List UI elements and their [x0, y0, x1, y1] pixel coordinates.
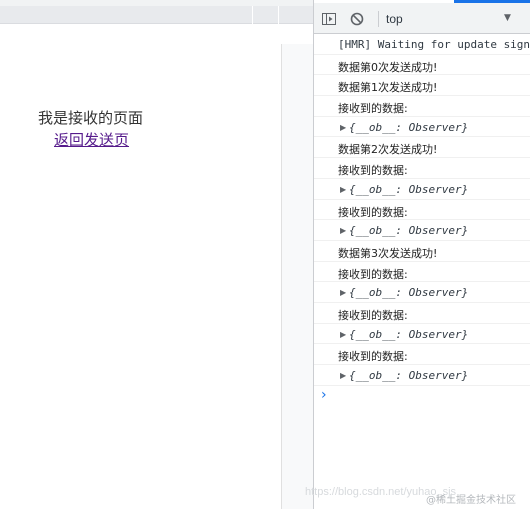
- tab-segment: [278, 6, 305, 24]
- console-log-row: 数据第0次发送成功!: [314, 55, 530, 76]
- console-log-row: 接收到的数据:: [314, 303, 530, 324]
- console-log-row: 接收到的数据:: [314, 200, 530, 221]
- console-log-row: 接收到的数据:: [314, 344, 530, 365]
- console-message-text: 数据第1次发送成功!: [338, 81, 438, 95]
- console-message-text: 接收到的数据:: [338, 350, 408, 364]
- context-selector[interactable]: top: [386, 12, 403, 26]
- console-object-preview[interactable]: {__ob__: Observer}: [349, 369, 468, 382]
- console-message-text: 接收到的数据:: [338, 164, 408, 178]
- console-object-row[interactable]: ▶ {__ob__: Observer}: [314, 365, 530, 386]
- sidebar-toggle-icon[interactable]: [321, 11, 337, 27]
- console-message-text: 接收到的数据:: [338, 308, 408, 322]
- console-messages: [HMR] Waiting for update signal from WDS…: [314, 34, 530, 406]
- console-object-preview[interactable]: {__ob__: Observer}: [349, 183, 468, 196]
- console-object-row[interactable]: ▶ {__ob__: Observer}: [314, 179, 530, 200]
- console-object-row[interactable]: ▶ {__ob__: Observer}: [314, 220, 530, 241]
- console-log-row: 接收到的数据:: [314, 158, 530, 179]
- console-message-text: 数据第0次发送成功!: [338, 60, 438, 74]
- console-log-row: [HMR] Waiting for update signal from WDS…: [314, 34, 530, 55]
- console-message-text: 接收到的数据:: [338, 267, 408, 281]
- toolbar-divider: [378, 11, 379, 27]
- console-log-row: 数据第1次发送成功!: [314, 75, 530, 97]
- expand-caret-icon[interactable]: ▶: [340, 185, 346, 194]
- page-title: 我是接收的页面: [38, 109, 144, 127]
- expand-caret-icon[interactable]: ▶: [340, 371, 346, 380]
- prompt-chevron-icon: ›: [321, 386, 327, 403]
- console-message-text: 接收到的数据:: [338, 205, 408, 219]
- devtools-panel: top ▼ [HMR] Waiting for update signal fr…: [313, 0, 530, 509]
- clear-console-icon[interactable]: [349, 11, 365, 27]
- console-message-text: 数据第2次发送成功!: [338, 143, 438, 157]
- watermark-site: @稀土掘金技术社区: [426, 495, 516, 506]
- expand-caret-icon[interactable]: ▶: [340, 330, 346, 339]
- browser-tab-bar: [0, 6, 313, 24]
- console-object-preview[interactable]: {__ob__: Observer}: [349, 224, 468, 237]
- console-log-row: 数据第2次发送成功!: [314, 137, 530, 159]
- console-log-row: 接收到的数据:: [314, 96, 530, 117]
- console-input-prompt[interactable]: ›: [314, 386, 530, 406]
- console-message-text: 数据第3次发送成功!: [338, 246, 438, 260]
- expand-caret-icon[interactable]: ▶: [340, 288, 346, 297]
- expand-caret-icon[interactable]: ▶: [340, 226, 346, 235]
- console-object-preview[interactable]: {__ob__: Observer}: [349, 286, 468, 299]
- console-message-text: 接收到的数据:: [338, 102, 408, 116]
- console-object-row[interactable]: ▶ {__ob__: Observer}: [314, 282, 530, 303]
- tab-segment: [252, 6, 278, 24]
- expand-caret-icon[interactable]: ▶: [340, 123, 346, 132]
- console-log-row: 接收到的数据:: [314, 262, 530, 283]
- console-object-row[interactable]: ▶ {__ob__: Observer}: [314, 117, 530, 138]
- console-object-preview[interactable]: {__ob__: Observer}: [349, 121, 468, 134]
- console-object-row[interactable]: ▶ {__ob__: Observer}: [314, 324, 530, 345]
- console-log-row: 数据第3次发送成功!: [314, 241, 530, 262]
- page-scrollbar-gutter[interactable]: [281, 44, 313, 509]
- back-to-send-page-link[interactable]: 返回发送页: [54, 129, 129, 150]
- context-dropdown-icon[interactable]: ▼: [504, 13, 511, 23]
- console-object-preview[interactable]: {__ob__: Observer}: [349, 328, 468, 341]
- console-toolbar: top ▼: [314, 3, 530, 34]
- console-message-text: [HMR] Waiting for update signal from WDS…: [338, 38, 530, 51]
